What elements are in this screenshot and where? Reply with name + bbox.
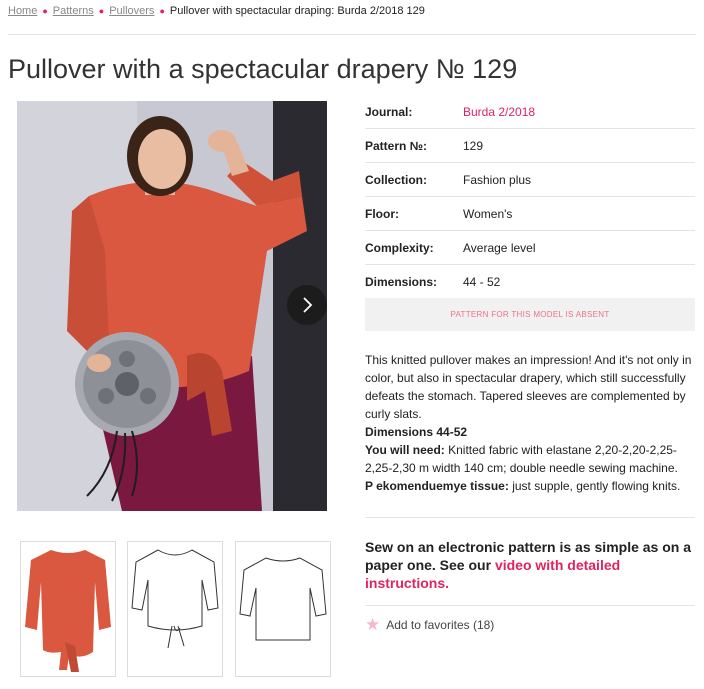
pattern-absent-notice: PATTERN FOR THIS MODEL IS ABSENT [365, 298, 695, 331]
spec-row-pattern-number: Pattern №: 129 [365, 129, 695, 163]
page-title: Pullover with a spectacular drapery № 12… [8, 54, 518, 84]
spec-row-collection: Collection: Fashion plus [365, 163, 695, 197]
spec-label: Collection: [365, 172, 427, 187]
journal-link[interactable]: Burda 2/2018 [463, 105, 535, 119]
divider [8, 34, 696, 35]
spec-label: Pattern №: [365, 138, 428, 153]
need-label: You will need: [365, 443, 445, 457]
spec-row-complexity: Complexity: Average level [365, 231, 695, 265]
spec-row-floor: Floor: Women's [365, 197, 695, 231]
favorites-label: Add to favorites (18) [386, 618, 495, 632]
description-dimensions: Dimensions 44-52 [365, 425, 468, 439]
model-illustration [17, 101, 327, 511]
divider [365, 605, 695, 606]
spec-label: Journal: [365, 104, 413, 119]
product-description: This knitted pullover makes an impressio… [365, 351, 697, 495]
spec-value: 44 - 52 [463, 275, 501, 289]
bullet-icon: ● [159, 6, 165, 16]
spec-label: Dimensions: [365, 275, 438, 289]
electronic-pattern-promo: Sew on an electronic pattern is as simpl… [365, 538, 700, 592]
breadcrumb-patterns[interactable]: Patterns [53, 5, 94, 17]
spec-row-dimensions: Dimensions: 44 - 52 [365, 265, 695, 299]
chevron-right-icon [303, 297, 313, 313]
spec-row-journal: Journal: Burda 2/2018 [365, 95, 695, 129]
spec-value: Average level [463, 240, 536, 255]
thumbnail-sketch-front[interactable] [127, 541, 223, 677]
technical-sketch-back [239, 557, 327, 641]
spec-label: Complexity: [365, 240, 434, 255]
breadcrumb-current: Pullover with spectacular draping: Burda… [169, 5, 425, 17]
garment-photo-thumb [25, 550, 111, 672]
star-icon: ★ [365, 615, 381, 634]
breadcrumb: Home ● Patterns ● Pullovers ● Pullover with sp… [8, 5, 425, 17]
breadcrumb-home[interactable]: Home [8, 5, 37, 17]
spec-value: Women's [463, 206, 513, 221]
product-photo[interactable] [17, 101, 327, 511]
bullet-icon: ● [42, 6, 48, 16]
tissue-text: just supple, gently flowing knits. [512, 479, 681, 493]
tissue-label: P ekomenduemye tissue: [365, 479, 509, 493]
thumbnail-photo[interactable] [20, 541, 116, 677]
breadcrumb-pullovers[interactable]: Pullovers [109, 5, 154, 17]
divider [365, 517, 695, 518]
specs-table: Journal: Burda 2/2018 Pattern №: 129 Col… [365, 95, 695, 299]
spec-value: 129 [463, 138, 484, 153]
bullet-icon: ● [98, 6, 105, 16]
next-image-button[interactable] [287, 285, 327, 325]
thumbnail-sketch-back[interactable] [235, 541, 331, 677]
add-to-favorites-button[interactable]: ★ Add to favorites (18) [365, 615, 495, 634]
spec-value: Fashion plus [463, 172, 532, 187]
spec-label: Floor: [365, 206, 399, 221]
description-intro: This knitted pullover makes an impressio… [365, 353, 692, 421]
technical-sketch-front [131, 549, 219, 649]
